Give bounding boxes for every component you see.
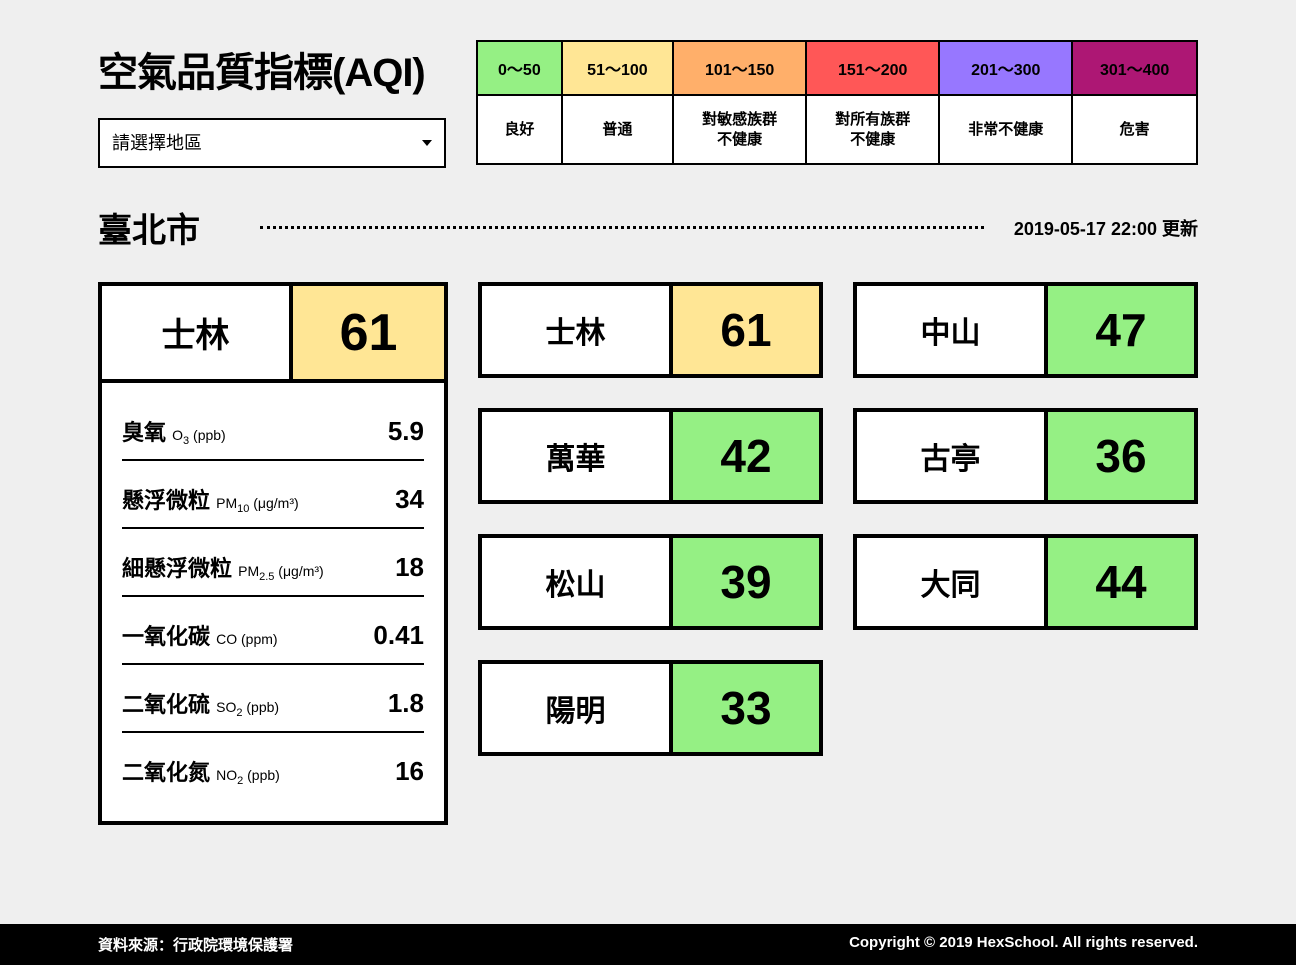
site-card[interactable]: 士林61 xyxy=(478,282,823,378)
footer-source: 資料來源：行政院環境保護署 xyxy=(98,934,293,955)
metric-label: 臭氧 O3 (ppb) xyxy=(122,415,226,447)
page-title: 空氣品質指標(AQI) xyxy=(98,40,446,98)
site-aqi: 39 xyxy=(669,538,819,626)
detail-aqi-value: 61 xyxy=(289,286,444,379)
legend-range-cell: 301～400 xyxy=(1072,41,1197,95)
metric-label: 一氧化碳 CO (ppm) xyxy=(122,619,278,651)
detail-card: 士林 61 臭氧 O3 (ppb) 5.9 懸浮微粒 PM10 (μg/m³) 34 細… xyxy=(98,282,448,825)
legend-label-cell: 對所有族群不健康 xyxy=(806,95,939,164)
metric-value: 0.41 xyxy=(373,620,424,651)
metric-value: 5.9 xyxy=(388,416,424,447)
site-aqi: 42 xyxy=(669,412,819,500)
region-select[interactable]: 請選擇地區 xyxy=(98,118,446,168)
site-aqi: 36 xyxy=(1044,412,1194,500)
legend-range-cell: 201～300 xyxy=(939,41,1072,95)
legend-label-row: 良好普通對敏感族群不健康對所有族群不健康非常不健康危害 xyxy=(477,95,1197,164)
site-aqi: 47 xyxy=(1044,286,1194,374)
dotted-divider xyxy=(260,226,984,229)
metric-label: 二氧化氮 NO2 (ppb) xyxy=(122,755,280,787)
site-card[interactable]: 古亭36 xyxy=(853,408,1198,504)
update-time: 2019-05-17 22:00 更新 xyxy=(1014,215,1198,241)
site-name: 萬華 xyxy=(482,412,669,500)
metric-value: 16 xyxy=(395,756,424,787)
legend-label-cell: 良好 xyxy=(477,95,562,164)
legend-label-cell: 非常不健康 xyxy=(939,95,1072,164)
metric-value: 34 xyxy=(395,484,424,515)
metric-value: 1.8 xyxy=(388,688,424,719)
site-aqi: 44 xyxy=(1044,538,1194,626)
legend-range-row: 0～5051～100101～150151～200201～300301～400 xyxy=(477,41,1197,95)
site-card[interactable]: 陽明33 xyxy=(478,660,823,756)
site-name: 古亭 xyxy=(857,412,1044,500)
metric-label: 細懸浮微粒 PM2.5 (μg/m³) xyxy=(122,551,324,583)
site-name: 中山 xyxy=(857,286,1044,374)
metric-value: 18 xyxy=(395,552,424,583)
site-aqi: 61 xyxy=(669,286,819,374)
site-card[interactable]: 松山39 xyxy=(478,534,823,630)
footer-copyright: Copyright © 2019 HexSchool. All rights r… xyxy=(849,934,1198,955)
site-card[interactable]: 中山47 xyxy=(853,282,1198,378)
legend-range-cell: 51～100 xyxy=(562,41,673,95)
metric-row: 一氧化碳 CO (ppm) 0.41 xyxy=(122,597,424,665)
metric-row: 二氧化氮 NO2 (ppb) 16 xyxy=(122,733,424,799)
legend-label-cell: 危害 xyxy=(1072,95,1197,164)
metric-label: 懸浮微粒 PM10 (μg/m³) xyxy=(122,483,299,515)
site-card[interactable]: 萬華42 xyxy=(478,408,823,504)
site-name: 大同 xyxy=(857,538,1044,626)
site-name: 松山 xyxy=(482,538,669,626)
metric-row: 二氧化硫 SO2 (ppb) 1.8 xyxy=(122,665,424,733)
metric-row: 懸浮微粒 PM10 (μg/m³) 34 xyxy=(122,461,424,529)
city-name: 臺北市 xyxy=(98,203,200,252)
site-card[interactable]: 大同44 xyxy=(853,534,1198,630)
site-name: 陽明 xyxy=(482,664,669,752)
metric-label: 二氧化硫 SO2 (ppb) xyxy=(122,687,279,719)
legend-range-cell: 0～50 xyxy=(477,41,562,95)
aqi-legend-table: 0～5051～100101～150151～200201～300301～400 良… xyxy=(476,40,1198,165)
legend-range-cell: 151～200 xyxy=(806,41,939,95)
legend-label-cell: 對敏感族群不健康 xyxy=(673,95,806,164)
legend-label-cell: 普通 xyxy=(562,95,673,164)
legend-range-cell: 101～150 xyxy=(673,41,806,95)
site-name: 士林 xyxy=(482,286,669,374)
metric-row: 臭氧 O3 (ppb) 5.9 xyxy=(122,393,424,461)
site-aqi: 33 xyxy=(669,664,819,752)
metric-row: 細懸浮微粒 PM2.5 (μg/m³) 18 xyxy=(122,529,424,597)
footer: 資料來源：行政院環境保護署 Copyright © 2019 HexSchool… xyxy=(0,924,1296,965)
detail-site-name: 士林 xyxy=(102,286,289,379)
